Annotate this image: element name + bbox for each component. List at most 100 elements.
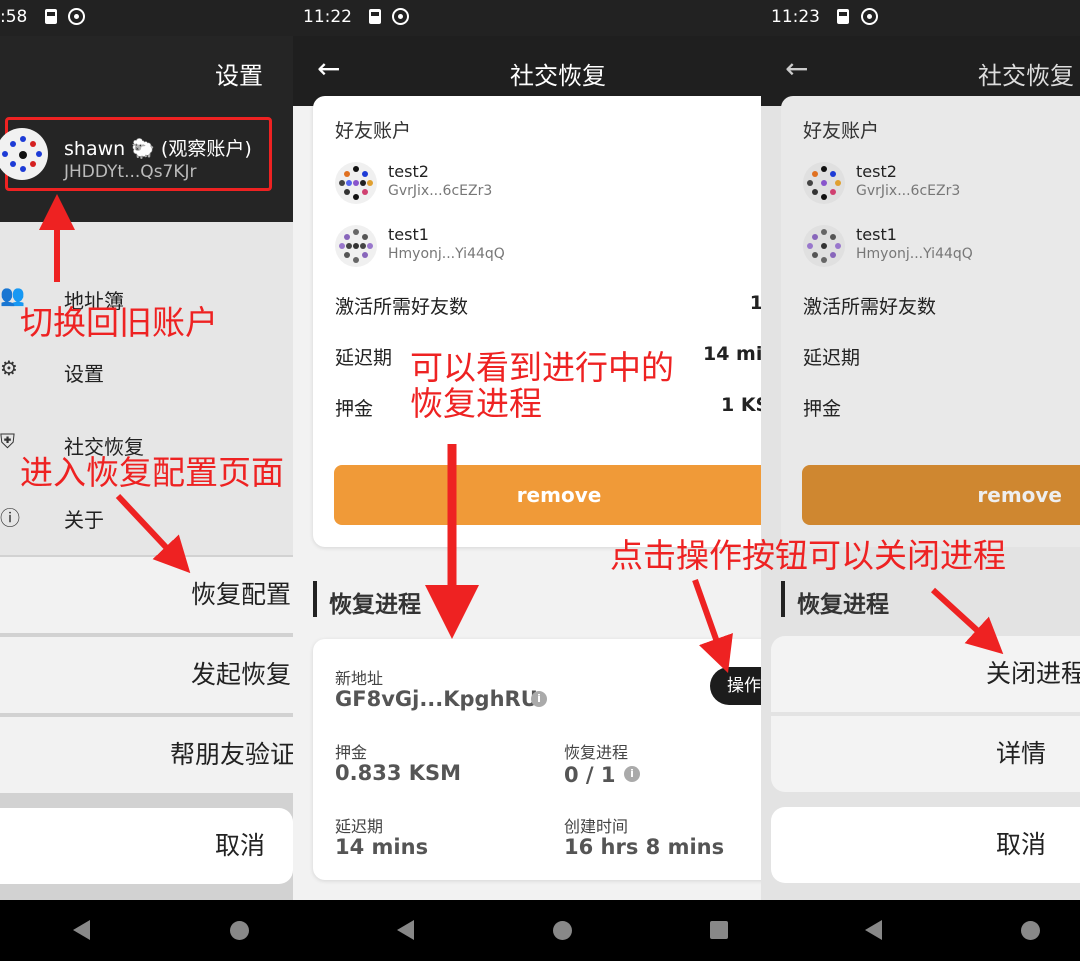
new-address-label: 新地址: [335, 669, 384, 688]
delay-label: 延迟期: [335, 347, 393, 369]
remove-button[interactable]: remove: [802, 465, 1080, 525]
status-bar: 11:22: [293, 0, 761, 36]
friend-address: Hmyonj...Yi44qQ: [388, 246, 505, 262]
deposit-value: 0.833 KSM: [335, 761, 462, 785]
shield-icon: ⛨: [0, 429, 15, 453]
delay-label: 延迟期: [335, 817, 384, 836]
data-saver-icon: [392, 8, 409, 25]
nav-back-icon[interactable]: [865, 920, 882, 940]
friend-address: Hmyonj...Yi44qQ: [856, 246, 973, 262]
settings-screen: :58 设置 shawn 🐑 (观察账户) JHDDYt...Qs7KJr 👥 …: [0, 0, 293, 900]
data-saver-icon: [68, 8, 85, 25]
recovery-config-card: 好友账户 test2 GvrJix...6cEZr3 test1 Hmyonj.…: [781, 96, 1080, 547]
page-title: 社交恢复: [978, 62, 1074, 90]
info-icon[interactable]: i: [531, 691, 547, 707]
list-item: test1 Hmyonj...Yi44qQ: [335, 223, 635, 273]
account-avatar: [0, 128, 48, 180]
status-bar: 11:23: [761, 0, 1080, 36]
page-title: 社交恢复: [510, 62, 606, 90]
friend-name: test2: [856, 162, 897, 181]
friends-header: 好友账户: [803, 120, 880, 142]
threshold-label: 激活所需好友数: [803, 296, 937, 318]
screenshot-collage: :58 设置 shawn 🐑 (观察账户) JHDDYt...Qs7KJr 👥 …: [0, 0, 1080, 961]
info-icon[interactable]: i: [624, 766, 640, 782]
account-switcher[interactable]: shawn 🐑 (观察账户) JHDDYt...Qs7KJr: [0, 117, 272, 191]
bottom-sheet: 恢复配置 发起恢复 帮朋友验证 取消: [0, 555, 293, 900]
deposit-value: 1 KSM: [721, 394, 761, 416]
status-time: :58: [0, 7, 28, 27]
threshold-label: 激活所需好友数: [335, 296, 469, 318]
cancel-button[interactable]: 取消: [0, 808, 293, 884]
status-time: 11:22: [303, 7, 352, 27]
system-nav-bar: [0, 900, 1080, 961]
deposit-label: 押金: [335, 398, 374, 420]
deposit-label: 押金: [803, 398, 842, 420]
section-accent: [781, 581, 785, 617]
sim-icon: [369, 9, 381, 24]
friend-name: test1: [388, 225, 429, 244]
cancel-button[interactable]: 取消: [771, 807, 1080, 883]
delay-label: 延迟期: [803, 347, 861, 369]
remove-button[interactable]: remove: [334, 465, 761, 525]
identicon-icon: [803, 162, 845, 204]
list-item: test2 GvrJix...6cEZr3: [803, 160, 1080, 210]
nav-recents-icon[interactable]: [710, 921, 728, 939]
friend-address: GvrJix...6cEZr3: [856, 183, 961, 199]
menu-item-settings[interactable]: ⚙ 设置: [0, 352, 293, 392]
recovery-config-card: 好友账户 test2 GvrJix...6cEZr3 test1 Hmyonj.…: [313, 96, 761, 547]
friend-name: test2: [388, 162, 429, 181]
annotation-see: 可以看到进行中的 恢复进程: [410, 348, 674, 424]
new-address: GF8vGj...KpghRU: [335, 687, 538, 711]
status-bar: :58: [0, 0, 293, 36]
vouch-friend-button[interactable]: 帮朋友验证: [0, 717, 293, 793]
nav-home-icon[interactable]: [1021, 921, 1040, 940]
recovery-process-card: 新地址 GF8vGj...KpghRU i 操作 押金 0.833 KSM 恢复…: [313, 639, 761, 880]
drawer-header: 设置 shawn 🐑 (观察账户) JHDDYt...Qs7KJr: [0, 36, 293, 222]
account-address: JHDDYt...Qs7KJr: [64, 162, 197, 182]
gear-icon: ⚙: [0, 356, 18, 380]
info-icon: ⓘ: [0, 506, 20, 530]
annotation-switch: 切换回旧账户: [20, 303, 218, 342]
account-name: shawn 🐑 (观察账户): [64, 138, 252, 160]
section-title: 恢复进程: [329, 592, 421, 618]
annotation-close: 点击操作按钮可以关闭进程: [610, 536, 1006, 575]
list-item: test1 Hmyonj...Yi44qQ: [803, 223, 1080, 273]
delay-value: 14 mins: [703, 343, 761, 365]
page-title: 设置: [215, 62, 263, 90]
menu-item-about[interactable]: ⓘ 关于: [0, 498, 293, 538]
nav-home-icon[interactable]: [230, 921, 249, 940]
progress-value: 0 / 1: [564, 763, 616, 787]
friend-address: GvrJix...6cEZr3: [388, 183, 493, 199]
list-item: test2 GvrJix...6cEZr3: [335, 160, 635, 210]
back-arrow-icon[interactable]: ←: [785, 52, 808, 85]
identicon-icon: [803, 225, 845, 267]
identicon-icon: [335, 162, 377, 204]
nav-back-icon[interactable]: [73, 920, 90, 940]
status-time: 11:23: [771, 7, 820, 27]
section-accent: [313, 581, 317, 617]
back-arrow-icon[interactable]: ←: [317, 52, 340, 85]
friend-name: test1: [856, 225, 897, 244]
social-recovery-action-sheet-screen: 11:23 ← 社交恢复 好友账户 test2 GvrJix...6cEZr3: [761, 0, 1080, 900]
friends-header: 好友账户: [335, 120, 412, 142]
details-button[interactable]: 详情: [771, 716, 1080, 792]
recovery-config-button[interactable]: 恢复配置: [0, 557, 293, 633]
threshold-value: 1: [749, 292, 761, 314]
section-title: 恢复进程: [797, 592, 889, 618]
identicon-icon: [335, 225, 377, 267]
close-process-button[interactable]: 关闭进程: [771, 636, 1080, 712]
action-sheet: 关闭进程 详情 取消: [771, 636, 1080, 886]
annotation-enter: 进入恢复配置页面: [20, 453, 284, 492]
menu-label: 设置: [64, 362, 104, 386]
menu-label: 关于: [64, 508, 104, 532]
sim-icon: [45, 9, 57, 24]
nav-home-icon[interactable]: [553, 921, 572, 940]
created-value: 16 hrs 8 mins: [564, 835, 725, 859]
data-saver-icon: [861, 8, 878, 25]
deposit-label: 押金: [335, 743, 368, 762]
action-button[interactable]: 操作: [710, 667, 761, 705]
nav-back-icon[interactable]: [397, 920, 414, 940]
initiate-recovery-button[interactable]: 发起恢复: [0, 637, 293, 713]
delay-value: 14 mins: [335, 835, 429, 859]
progress-label: 恢复进程: [564, 743, 629, 762]
